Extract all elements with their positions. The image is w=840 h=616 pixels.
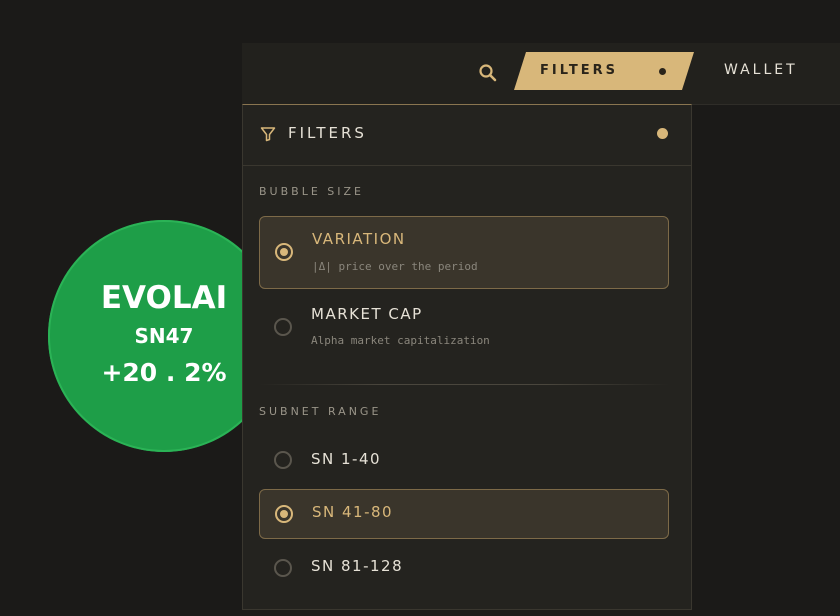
app-stage: EVOLAI SN47 +20 . 2% FILTERS WALLET FILT… [0,0,840,616]
radio-variation[interactable] [275,243,293,261]
subnet-range-label: SUBNET RANGE [259,405,382,418]
panel-title: FILTERS [288,124,367,142]
filters-panel: FILTERS BUBBLE SIZE VARIATION |Δ| price … [242,104,692,610]
filters-tab[interactable]: FILTERS [514,52,694,90]
top-bar: FILTERS WALLET [242,43,840,105]
bubble-size-label: BUBBLE SIZE [259,185,364,198]
option-title: SN 1-40 [311,450,382,468]
filters-tab-label: FILTERS [540,63,618,78]
option-title: MARKET CAP [311,305,423,323]
option-market-cap[interactable]: MARKET CAP Alpha market capitalization [259,293,669,365]
option-variation[interactable]: VARIATION |Δ| price over the period [259,216,669,289]
panel-status-dot [657,128,668,139]
option-title: VARIATION [312,230,406,248]
option-sn-41-80[interactable]: SN 41-80 [259,489,669,539]
filters-active-dot [659,68,666,75]
wallet-tab[interactable]: WALLET [724,62,798,78]
radio-selected-dot [280,510,288,518]
filters-panel-header: FILTERS [243,105,691,166]
option-title: SN 41-80 [312,503,394,521]
radio-sn-81-128[interactable] [274,559,292,577]
option-title: SN 81-128 [311,557,404,575]
search-icon[interactable] [478,63,498,83]
option-sn-81-128[interactable]: SN 81-128 [259,545,669,591]
section-divider [259,384,669,385]
radio-sn-1-40[interactable] [274,451,292,469]
radio-sn-41-80[interactable] [275,505,293,523]
option-sn-1-40[interactable]: SN 1-40 [259,437,669,483]
funnel-icon [260,126,276,142]
radio-market-cap[interactable] [274,318,292,336]
radio-selected-dot [280,248,288,256]
option-subtitle: Alpha market capitalization [311,334,490,347]
option-subtitle: |Δ| price over the period [312,260,478,273]
